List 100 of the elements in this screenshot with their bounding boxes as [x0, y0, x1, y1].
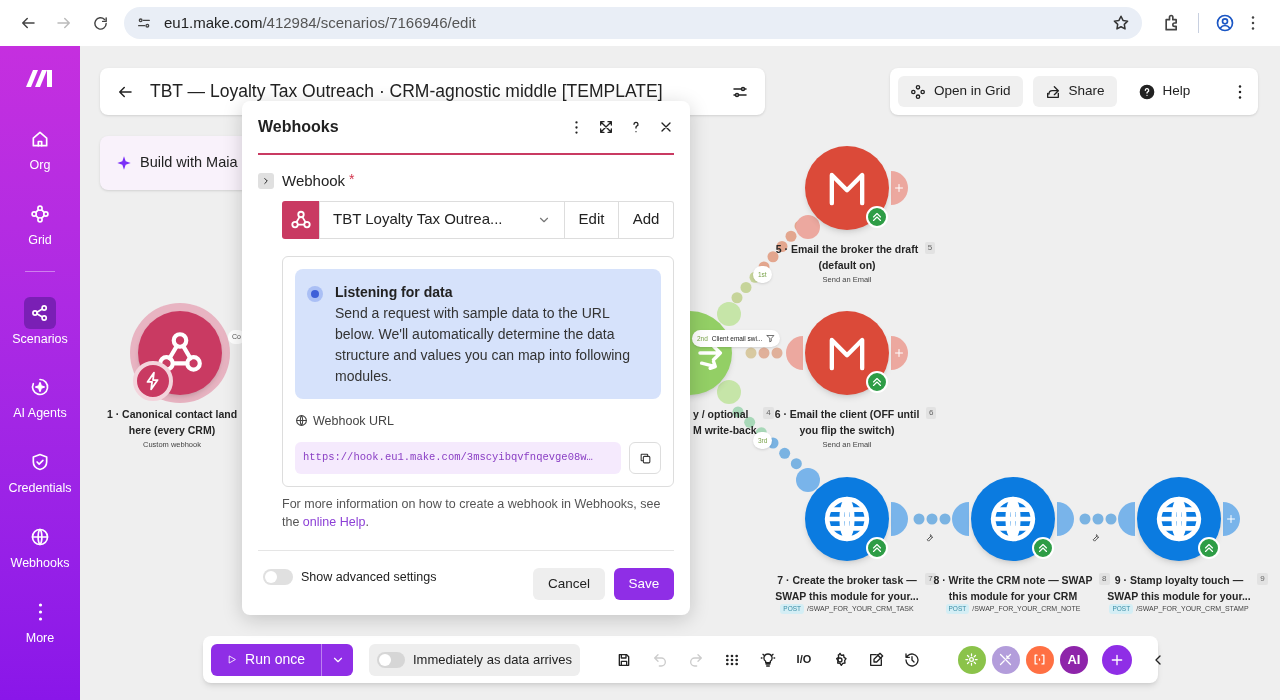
copy-icon	[638, 451, 652, 465]
header-button[interactable]: Help	[1126, 76, 1203, 107]
listening-title: Listening for data	[335, 282, 454, 302]
url-label: Webhook URL	[313, 412, 395, 430]
advanced-settings-toggle[interactable]	[263, 569, 293, 586]
module-node[interactable]	[805, 146, 889, 230]
sidebar-item[interactable]: Scenarios	[0, 296, 80, 349]
app-shortcut[interactable]	[1025, 645, 1054, 674]
connection-handle[interactable]	[891, 336, 908, 370]
address-bar[interactable]: eu1.make.com/412984/scenarios/7166946/edit	[124, 7, 1142, 39]
listening-text: Send a request with sample data to the URL below. We'll automatically determine the data structure and values you can map into following modules.	[335, 303, 631, 386]
sidebar-item[interactable]: Grid	[0, 197, 80, 250]
chevron-right-icon	[261, 176, 271, 187]
module-title: 6 · Email the client (OFF until you flip the switch)	[774, 407, 920, 438]
module-title: 1 · Canonical contact land here (every CRM)	[106, 407, 238, 438]
connection-handle[interactable]	[1223, 502, 1240, 536]
menu-dots-icon[interactable]	[1251, 16, 1255, 30]
module-number: 8	[1099, 573, 1110, 585]
connection-handle[interactable]	[952, 502, 969, 536]
run-once-button[interactable]: Run once	[211, 643, 321, 676]
schedule-toggle[interactable]	[377, 651, 405, 668]
plus-icon	[893, 347, 905, 359]
share-icon	[1044, 83, 1061, 100]
module-node[interactable]	[805, 477, 889, 561]
schedule-control[interactable]: Immediately as data arrives	[369, 643, 580, 676]
webhook-select[interactable]: TBT Loyalty Tax Outrea...	[319, 200, 565, 239]
tools-icon	[998, 652, 1014, 667]
copy-button[interactable]	[629, 442, 661, 475]
cancel-button[interactable]: Cancel	[533, 568, 605, 600]
module-number: 9	[1257, 573, 1268, 585]
app-shortcut[interactable]	[991, 645, 1020, 674]
add-button[interactable]: Add	[619, 200, 674, 239]
field-label: Webhook	[282, 171, 346, 191]
edit-button[interactable]: Edit	[565, 200, 619, 239]
sparkle-icon	[116, 155, 132, 171]
run-options-button[interactable]	[321, 643, 353, 676]
connector	[913, 513, 951, 525]
app-shortcut[interactable]: AI	[1059, 645, 1088, 674]
connection-handle[interactable]	[796, 468, 821, 493]
module-title: 8 · Write the CRM note — SWAP this module for your CRM	[933, 573, 1093, 604]
connection-handle[interactable]	[796, 214, 821, 239]
connection-handle[interactable]	[1057, 502, 1074, 536]
collapse-toggle[interactable]	[258, 173, 274, 190]
wrench-icon[interactable]	[924, 532, 935, 543]
app-logo[interactable]	[25, 67, 55, 89]
grid-nodes-icon	[910, 83, 926, 100]
reload-icon	[91, 14, 109, 32]
required-mark: *	[349, 169, 355, 189]
listening-indicator-icon	[307, 285, 323, 302]
connector	[745, 347, 783, 359]
connection-handle[interactable]	[786, 336, 803, 370]
connection-handle[interactable]	[1118, 502, 1135, 536]
site-settings-icon	[136, 15, 152, 31]
help-text: For more information on how to create a webhook in Webhooks, see the online Help.	[282, 496, 662, 532]
header-button[interactable]: Share	[1032, 76, 1117, 107]
filter-icon	[766, 334, 776, 343]
module-title: 9 · Stamp loyalty touch — SWAP this module for your...	[1107, 573, 1251, 604]
header-button[interactable]: Open in Grid	[898, 76, 1023, 107]
sidebar-item[interactable]: Org	[0, 123, 80, 175]
save-button[interactable]: Save	[614, 568, 674, 600]
star-icon[interactable]	[1112, 14, 1130, 32]
share-nodes-icon	[30, 302, 50, 323]
toggle-label: Show advanced settings	[301, 569, 437, 586]
gear-icon	[964, 652, 980, 667]
sidebar-item[interactable]: Credentials	[0, 446, 80, 498]
url-text: eu1.make.com/412984/scenarios/7166946/edit	[164, 12, 477, 33]
brackets-icon	[1032, 652, 1048, 667]
sparkle-icon	[30, 377, 50, 398]
shield-check-icon	[30, 452, 50, 472]
module-title: 7 · Create the broker task — SWAP this module for your...	[775, 573, 919, 604]
globe-icon	[295, 414, 308, 428]
wrench-icon[interactable]	[1090, 532, 1101, 543]
webhook-url-field[interactable]: https://hook.eu1.make.com/3mscyibqvfnqevge08w…	[295, 442, 621, 475]
module-node[interactable]	[1137, 477, 1221, 561]
sidebar-item[interactable]: Webhooks	[0, 520, 80, 573]
io-button[interactable]: I/O	[787, 643, 820, 676]
connection-handle[interactable]	[891, 171, 908, 205]
connector	[1079, 513, 1117, 525]
more-options-icon[interactable]	[1238, 84, 1242, 99]
help-icon	[1138, 83, 1155, 100]
dialog-title: Webhooks	[258, 117, 340, 137]
sidebar-item[interactable]: AI Agents	[0, 371, 80, 423]
connection-handle[interactable]	[891, 502, 908, 536]
grid-icon	[30, 203, 50, 224]
connection-handle[interactable]	[716, 379, 741, 404]
add-app-button[interactable]	[1101, 644, 1132, 675]
plus-icon	[1225, 513, 1237, 525]
scenario-title[interactable]: TBT — Loyalty Tax Outreach · CRM-agnostic middle [TEMPLATE]	[150, 78, 715, 105]
home-icon	[30, 129, 50, 149]
more-dots-icon	[37, 602, 43, 621]
plus-icon	[893, 182, 905, 194]
webhook-icon	[289, 208, 312, 231]
more-options-icon[interactable]	[575, 120, 578, 134]
profile-icon[interactable]	[1215, 13, 1235, 33]
module-node[interactable]	[805, 311, 889, 395]
module-node[interactable]	[971, 477, 1055, 561]
expand-icon[interactable]	[598, 119, 614, 135]
sidebar-item[interactable]: More	[0, 595, 80, 648]
play-icon	[227, 652, 238, 667]
connection-handle[interactable]	[716, 302, 741, 327]
